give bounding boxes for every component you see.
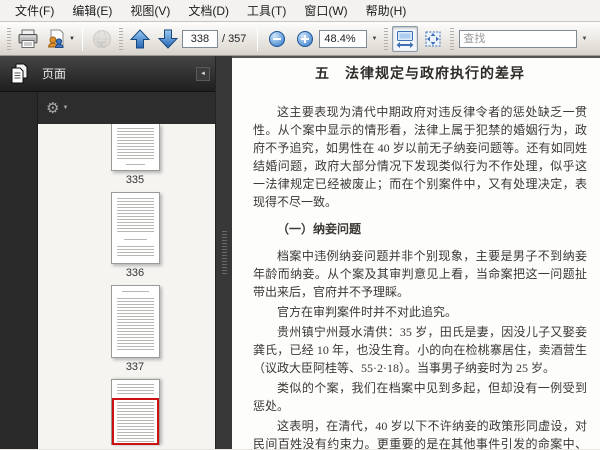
doc-paragraph: 档案中违例纳妾问题并非个别现象，主要是男子不到纳妾年龄而纳妾。从个案及其审判意见… bbox=[253, 249, 587, 299]
gear-icon[interactable]: ⚙ bbox=[46, 101, 59, 116]
page-total-label: / 357 bbox=[221, 32, 247, 45]
pages-icon bbox=[8, 62, 30, 86]
doc-paragraph: 类似的个案，我们在档案中见到多起，但却没有一例受到惩处。 bbox=[253, 381, 587, 413]
doc-paragraph: 这主要表现为清代中期政府对违反律令者的惩处缺乏一贯性。从个案中显示的情形看，法律… bbox=[253, 105, 587, 209]
fit-page-button[interactable] bbox=[420, 26, 446, 52]
toolbar-grip[interactable] bbox=[450, 27, 455, 50]
toolbar-grip[interactable] bbox=[7, 27, 11, 50]
toolbar-separator bbox=[257, 26, 259, 51]
fit-page-icon bbox=[423, 29, 443, 49]
globe-icon bbox=[91, 28, 113, 50]
arrow-up-icon bbox=[129, 28, 151, 50]
menu-view[interactable]: 视图(V) bbox=[121, 0, 179, 21]
page-number-input[interactable] bbox=[181, 29, 218, 48]
toolbar-grip[interactable] bbox=[118, 27, 123, 50]
thumbnail-page-338-current[interactable] bbox=[110, 379, 160, 445]
fit-width-button[interactable] bbox=[392, 25, 419, 52]
zoom-in-button[interactable] bbox=[292, 26, 318, 52]
chevron-down-icon[interactable]: ▼ bbox=[62, 105, 68, 111]
splitter-grip-handle[interactable] bbox=[222, 230, 227, 275]
document-view: 五 法律规定与政府执行的差异 这主要表现为清代中期政府对违反律令者的惩处缺乏一贯… bbox=[232, 56, 600, 449]
collaborate-icon bbox=[44, 28, 66, 50]
menu-file[interactable]: 文件(F) bbox=[6, 0, 63, 21]
zoom-dropdown-button[interactable]: ▼ bbox=[367, 30, 381, 48]
panel-icon-strip bbox=[0, 92, 38, 449]
document-page: 五 法律规定与政府执行的差异 这主要表现为清代中期政府对违反律令者的惩处缺乏一贯… bbox=[253, 66, 587, 449]
thumbnail-list: 335 336 337 bbox=[38, 124, 232, 449]
toolbar-grip[interactable] bbox=[384, 27, 389, 50]
doc-paragraph: 官方在审判案件时并不对此追究。 bbox=[277, 305, 458, 319]
chevron-down-icon: ▼ bbox=[581, 35, 588, 42]
zoom-level-box[interactable]: 48.4% bbox=[319, 29, 368, 48]
zoom-in-icon bbox=[296, 30, 314, 48]
thumbnail-page-336[interactable] bbox=[110, 192, 160, 264]
toolbar-separator bbox=[81, 26, 83, 51]
menu-window[interactable]: 窗口(W) bbox=[295, 0, 356, 21]
next-page-button[interactable] bbox=[155, 26, 181, 52]
collaborate-button[interactable]: ▼ bbox=[43, 26, 76, 52]
share-button[interactable] bbox=[89, 26, 115, 52]
search-input[interactable] bbox=[459, 29, 578, 48]
menu-bar: 文件(F) 编辑(E) 视图(V) 文档(D) 工具(T) 窗口(W) 帮助(H… bbox=[0, 0, 600, 22]
search-group: ▼ bbox=[459, 29, 591, 48]
doc-subheading: （一）纳妾问题 bbox=[277, 222, 362, 236]
thumbnail-page-335[interactable] bbox=[110, 124, 160, 171]
thumbnail-label: 336 bbox=[125, 267, 145, 279]
zoom-out-button[interactable] bbox=[264, 26, 290, 52]
sidebar-splitter[interactable] bbox=[215, 56, 232, 449]
thumbnail-label: 335 bbox=[125, 174, 145, 186]
pages-panel-header: 页面 ◄ bbox=[0, 56, 232, 92]
sidebar: 页面 ◄ ⚙ ▼ 335 336 337 bbox=[0, 56, 232, 449]
printer-icon bbox=[17, 29, 39, 49]
doc-section-title: 五 法律规定与政府执行的差异 bbox=[315, 67, 525, 82]
thumbnail-label: 337 bbox=[125, 361, 145, 373]
current-view-indicator bbox=[111, 398, 159, 445]
fit-width-icon bbox=[395, 29, 415, 49]
menu-document[interactable]: 文档(D) bbox=[179, 0, 238, 21]
toolbar: ▼ 338 / 357 48.4% ▼ 查找 ▼ bbox=[0, 22, 600, 56]
menu-help[interactable]: 帮助(H) bbox=[357, 0, 416, 21]
doc-paragraph: 这表明，在清代，40 岁以下不许纳妾的政策形同虚设，对民间百姓没有约束力。更重要… bbox=[253, 419, 587, 449]
print-button[interactable] bbox=[15, 26, 41, 52]
search-dropdown-button[interactable]: ▼ bbox=[577, 30, 591, 48]
arrow-down-icon bbox=[157, 28, 179, 50]
collaborate-caret-icon: ▼ bbox=[69, 35, 75, 42]
menu-tools[interactable]: 工具(T) bbox=[238, 0, 295, 21]
chevron-down-icon: ▼ bbox=[371, 35, 378, 42]
pages-panel-title: 页面 bbox=[42, 67, 67, 81]
collapse-panel-button[interactable]: ◄ bbox=[196, 66, 210, 81]
menu-edit[interactable]: 编辑(E) bbox=[63, 0, 121, 21]
thumbnail-page-337[interactable] bbox=[110, 285, 160, 358]
doc-paragraph: 贵州镇宁州聂水清供：35 岁，田氏是妻，因没儿子又娶妾龚氏，已经 10 年，也没… bbox=[253, 325, 587, 375]
zoom-out-icon bbox=[268, 30, 286, 48]
previous-page-button[interactable] bbox=[127, 26, 153, 52]
thumbnail-options-bar: ⚙ ▼ bbox=[38, 92, 232, 124]
